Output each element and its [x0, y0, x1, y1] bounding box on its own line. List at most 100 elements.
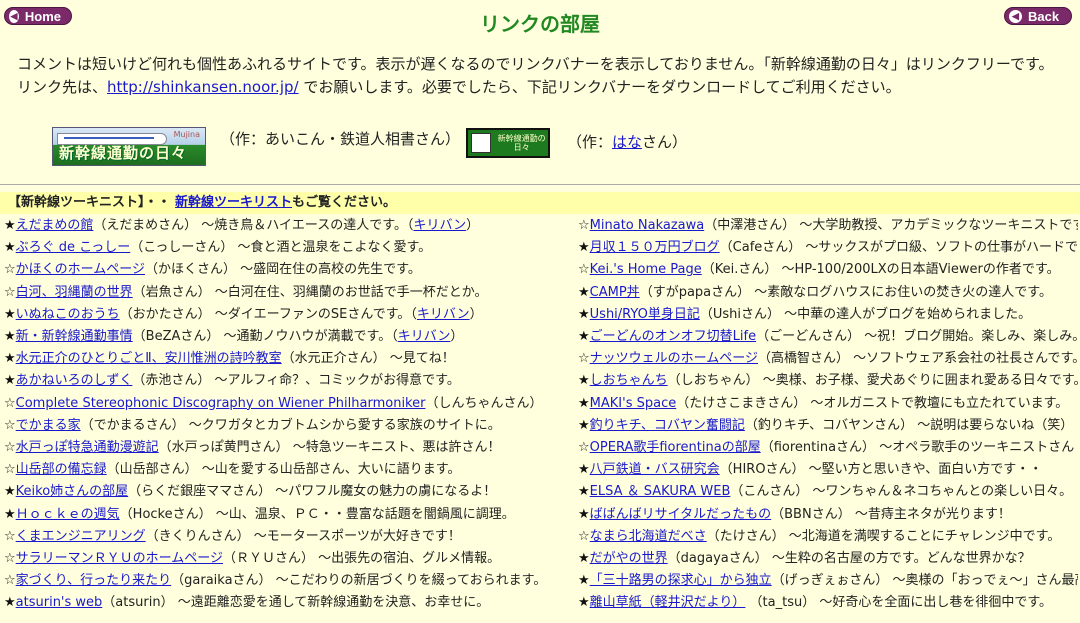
star-icon: ★ [4, 484, 16, 500]
site-link[interactable]: 山岳部の備忘録 [16, 462, 107, 477]
site-link[interactable]: いぬねこのおうち [16, 307, 120, 322]
site-description: （しんちゃんさん） [425, 395, 543, 411]
kiriban-link[interactable]: キリバン [398, 329, 451, 344]
site-description: （たけさこまきさん） ～オルガニストで教壇にも立たれています。 [676, 395, 1069, 411]
star-icon: ★ [4, 218, 16, 233]
train-front-icon [471, 133, 492, 153]
link-banner-1[interactable]: Mujina 新幹線通勤の日々 [52, 127, 206, 166]
site-link[interactable]: くまエンジニアリング [16, 529, 146, 544]
intro-text: コメントは短いけど何れも個性あふれるサイトです。表示が遅くなるのでリンクバナーを… [17, 53, 1077, 99]
list-item: ★ELSA ＆ SAKURA WEB（こんさん） ～ワンちゃん＆ネコちゃんとの楽… [578, 481, 1078, 503]
site-link[interactable]: 家づくり、行ったり来たり [16, 573, 171, 588]
site-link[interactable]: 月収１５０万円ブログ [590, 240, 720, 255]
site-link[interactable]: Complete Stereophonic Discography on Wie… [16, 396, 426, 411]
star-icon: ★ [4, 306, 16, 322]
star-icon: ★ [4, 373, 16, 389]
site-link[interactable]: ナッツウェルのホームページ [590, 351, 758, 366]
site-link[interactable]: 水元正介のひとりごとⅡ、安川惟洲の詩吟教室 [16, 351, 282, 366]
site-link[interactable]: Keiko姉さんの部屋 [16, 484, 129, 499]
list-item: ★MAKI's Space（たけさこまきさん） ～オルガニストで教壇にも立たれて… [578, 393, 1078, 415]
list-item: ☆山岳部の備忘録（山岳部さん） ～山を愛する山岳部さん、大いに語ります。 [4, 459, 574, 481]
star-icon: ☆ [4, 284, 16, 300]
list-item: ☆水戸っぽ特急通勤漫遊記（水戸っぽ黄門さん） ～特急ツーキニスト、悪は許さん！ [4, 437, 574, 459]
list-item: ★あかねいろのしずく（赤池さん） ～アルフィ命？、コミックがお得意です。 [4, 370, 574, 392]
site-link[interactable]: サラリーマンＲＹＵのホームページ [16, 551, 223, 566]
list-item: ★CAMP丼（すがpapaさん） ～素敵なログハウスにお住いの焚き火の達人です。 [578, 282, 1078, 304]
site-description: （岩魚さん） ～白河在住、羽縄蘭のお世話で手一杯だとか。 [132, 284, 488, 300]
credit-2-prefix: （作： [567, 133, 613, 151]
star-icon: ★ [578, 484, 590, 500]
star-icon: ☆ [578, 262, 590, 278]
site-link[interactable]: 離山草紙（軽井沢だより） [590, 595, 746, 610]
site-link[interactable]: MAKI's Space [590, 396, 677, 411]
section-head-prefix: 【新幹線ツーキニスト】・・ [8, 195, 176, 210]
kiriban-link[interactable]: キリバン [413, 218, 466, 233]
section-header: 【新幹線ツーキニスト】・・ 新幹線ツーキリストもご覧ください。 [0, 192, 1080, 214]
list-item: ☆Kei.'s Home Page（Kei.さん） ～HP-100/200LXの… [578, 259, 1078, 281]
site-link[interactable]: 水戸っぽ特急通勤漫遊記 [16, 440, 159, 455]
site-link[interactable]: あかねいろのしずく [16, 373, 133, 388]
star-icon: ★ [578, 395, 590, 411]
star-icon: ☆ [4, 573, 16, 589]
intro-suffix: でお願いします。必要でしたら、下記リンクバナーをダウンロードしてご利用ください。 [298, 78, 901, 96]
site-description: （Ushiさん） ～中華の達人がブログを始められました。 [699, 306, 1032, 322]
site-description: （釣りキチ、コバヤンさん） ～説明は要らないね（笑） [744, 417, 1074, 433]
list-item: ☆白河、羽縄蘭の世界（岩魚さん） ～白河在住、羽縄蘭のお世話で手一杯だとか。 [4, 282, 574, 304]
site-link[interactable]: 釣りキチ、コバヤン奮闘記 [590, 418, 745, 433]
site-link[interactable]: しおちゃんち [590, 373, 668, 388]
site-description: （らくだ銀座ママさん） ～パワフル魔女の魅力の虜になるよ！ [128, 484, 497, 500]
site-description: （中澤港さん） ～大学助教授、アカデミックなツーキニストです。 [704, 218, 1078, 233]
site-link[interactable]: だがやの世界 [590, 551, 668, 566]
site-link[interactable]: Ｈｏｃｋｅの週気 [16, 507, 120, 522]
site-link[interactable]: なまら北海道だべさ [590, 529, 707, 544]
right-link-column: ☆ Minato Nakazawa（中澤港さん） ～大学助教授、アカデミックなツー… [574, 215, 1078, 615]
site-link[interactable]: Ushi/RYO単身日記 [590, 307, 700, 322]
link-banner-2[interactable]: 新幹線通勤の日々 [466, 128, 550, 158]
site-description: （ごーどんさん） ～祝！ブログ開始。楽しみ、楽しみ。 [756, 329, 1078, 345]
site-description: （ＲＹＵさん） ～出張先の宿泊、グルメ情報。 [223, 551, 501, 567]
star-icon: ★ [4, 329, 16, 345]
site-description: （赤池さん） ～アルフィ命？、コミックがお得意です。 [132, 373, 460, 389]
site-link[interactable]: atsurin's web [16, 595, 103, 610]
banner-2-text: 新幹線通勤の日々 [497, 134, 546, 152]
tsukilist-link[interactable]: 新幹線ツーキリスト [175, 195, 292, 210]
site-description: （こっしーさん） ～食と酒と温泉をこよなく愛す。 [130, 240, 432, 256]
star-icon: ★ [578, 284, 590, 300]
site-link[interactable]: Kei.'s Home Page [590, 262, 702, 277]
site-link[interactable]: OPERA歌手fiorentinaの部屋 [590, 440, 761, 455]
list-item: ☆でかまる家（でかまるさん） ～クワガタとカブトムシから愛する家族のサイトに。 [4, 415, 574, 437]
site-description: （Cafeさん） ～サックスがプロ級、ソフトの仕事がハードです。 [719, 240, 1078, 256]
list-item: ☆かほくのホームページ（かほくさん） ～盛岡在住の高校の先生です。 [4, 259, 574, 281]
star-icon: ☆ [4, 395, 16, 411]
back-button[interactable]: ◀ Back [1004, 7, 1072, 25]
star-icon: ☆ [4, 440, 16, 456]
site-link[interactable]: CAMP丼 [590, 285, 640, 300]
site-description: （高橋智さん） ～ソフトウェア系会社の社長さんです。 [758, 351, 1078, 367]
site-link[interactable]: ばばんばリサイタルだったもの [590, 507, 771, 522]
site-link[interactable]: ぶろぐ de こっしー [16, 240, 131, 255]
site-link[interactable]: でかまる家 [16, 418, 81, 433]
site-link[interactable]: ELSA ＆ SAKURA WEB [590, 484, 731, 499]
site-link[interactable]: Minato Nakazawa [590, 218, 705, 233]
site-link[interactable]: 新・新幹線通勤事情 [16, 329, 133, 344]
banner-1-credit: （作：あいこん・鉄道人相書さん） [220, 130, 461, 148]
site-description: （fiorentinaさん） ～オペラ歌手のツーキニストさん [760, 440, 1075, 456]
credit-2-suffix: さん） [642, 133, 688, 151]
list-item: ★ばばんばリサイタルだったもの（BBNさん） ～昔痔主ネタが光ります！ [578, 504, 1078, 526]
list-item: ☆Complete Stereophonic Discography on Wi… [4, 393, 574, 415]
site-url-link[interactable]: http://shinkansen.noor.jp/ [107, 78, 299, 96]
list-item: ★しおちゃんち（しおちゃん） ～奥様、お子様、愛犬あぐりに囲まれ愛ある日々です。 [578, 370, 1078, 392]
site-link[interactable]: かほくのホームページ [16, 262, 145, 277]
kiriban-link[interactable]: キリバン [417, 307, 470, 322]
hana-link[interactable]: はな [612, 133, 642, 151]
site-link[interactable]: えだまめの館 [16, 218, 94, 233]
site-link[interactable]: ごーどんのオンオフ切替Life [590, 329, 756, 344]
section-head-suffix: もご覧ください。 [292, 195, 397, 210]
site-link[interactable]: 八戸鉄道・バス研究会 [590, 462, 720, 477]
site-link[interactable]: 「三十路男の探求心」から独立 [590, 573, 772, 588]
list-item: ★「三十路男の探求心」から独立（げっぎぇぉさん） ～奥様の「おっでぇ～」さん最高… [578, 570, 1078, 592]
star-icon: ★ [4, 595, 16, 611]
star-icon: ★ [578, 306, 590, 322]
site-link[interactable]: 白河、羽縄蘭の世界 [16, 285, 133, 300]
site-description: （水戸っぽ黄門さん） ～特急ツーキニスト、悪は許さん！ [158, 440, 501, 456]
